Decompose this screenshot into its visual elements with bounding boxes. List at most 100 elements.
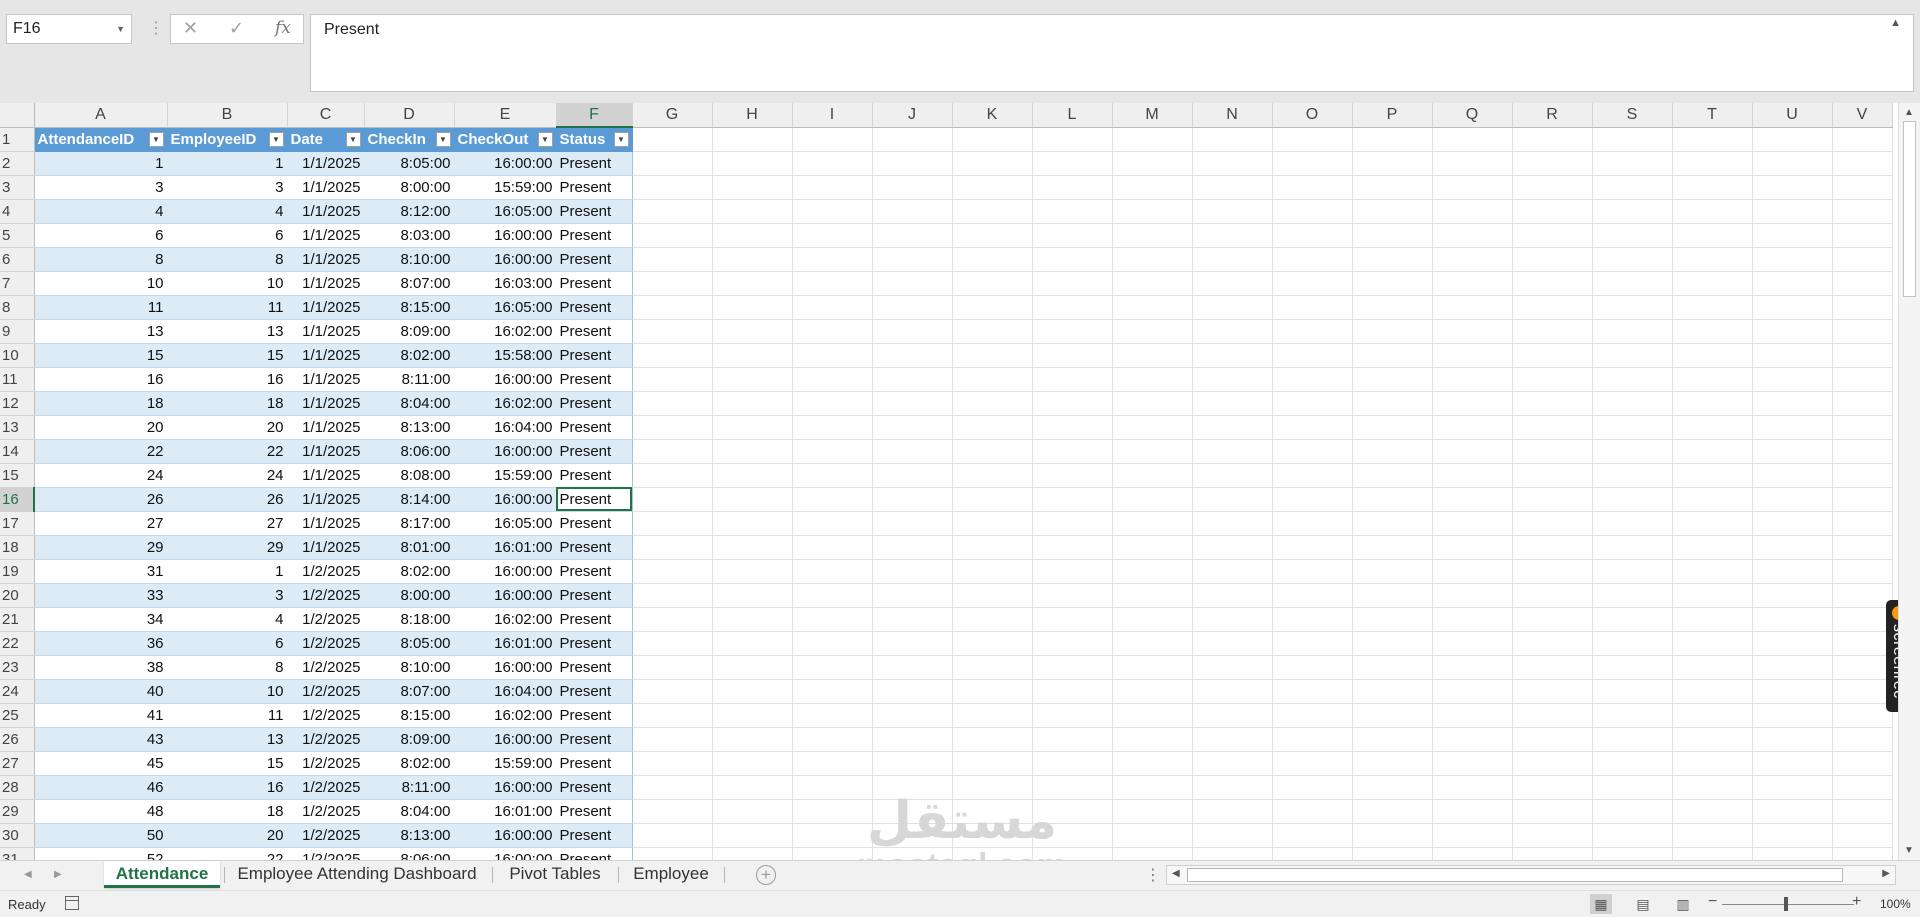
empty-cell[interactable] [1432, 655, 1513, 680]
empty-cell[interactable] [1352, 607, 1433, 632]
table-cell[interactable]: 4 [34, 199, 168, 224]
empty-cell[interactable] [872, 799, 953, 824]
table-cell[interactable]: Present [556, 607, 633, 632]
sheet-tab[interactable]: Employee Attending Dashboard [226, 861, 488, 888]
table-cell[interactable]: Present [556, 247, 633, 272]
table-cell[interactable]: 16:00:00 [454, 775, 557, 800]
empty-cell[interactable] [1192, 295, 1273, 320]
table-cell[interactable]: 16:02:00 [454, 703, 557, 728]
empty-cell[interactable] [1032, 223, 1113, 248]
empty-cell[interactable] [632, 223, 713, 248]
empty-cell[interactable] [1112, 391, 1193, 416]
empty-cell[interactable] [872, 463, 953, 488]
empty-cell[interactable] [872, 559, 953, 584]
empty-cell[interactable] [872, 535, 953, 560]
empty-cell[interactable] [1032, 703, 1113, 728]
table-cell[interactable]: Present [556, 847, 633, 860]
empty-cell[interactable] [1512, 247, 1593, 272]
empty-cell[interactable] [872, 391, 953, 416]
empty-cell[interactable] [1272, 319, 1353, 344]
empty-cell[interactable] [1112, 199, 1193, 224]
column-header[interactable]: B [167, 103, 288, 128]
empty-cell[interactable] [952, 319, 1033, 344]
empty-cell[interactable] [1272, 655, 1353, 680]
empty-cell[interactable] [1032, 295, 1113, 320]
table-cell[interactable]: Present [556, 199, 633, 224]
row-header[interactable]: 5 [0, 223, 35, 248]
empty-cell[interactable] [1832, 775, 1893, 800]
empty-cell[interactable] [792, 535, 873, 560]
table-header-cell[interactable]: AttendanceID ▼ [34, 127, 168, 152]
empty-cell[interactable] [1352, 415, 1433, 440]
empty-cell[interactable] [1432, 559, 1513, 584]
table-header-cell[interactable]: Status ▼ [556, 127, 633, 152]
row-header[interactable]: 20 [0, 583, 35, 608]
empty-cell[interactable] [1192, 703, 1273, 728]
empty-cell[interactable] [632, 151, 713, 176]
empty-cell[interactable] [1352, 535, 1433, 560]
empty-cell[interactable] [1832, 319, 1893, 344]
empty-cell[interactable] [792, 775, 873, 800]
empty-cell[interactable] [1112, 175, 1193, 200]
table-cell[interactable]: 1/2/2025 [287, 559, 365, 584]
empty-cell[interactable] [792, 463, 873, 488]
empty-cell[interactable] [1432, 343, 1513, 368]
row-header[interactable]: 25 [0, 703, 35, 728]
vertical-scroll-thumb[interactable] [1903, 121, 1916, 297]
table-cell[interactable]: 4 [167, 199, 288, 224]
table-cell[interactable]: Present [556, 751, 633, 776]
empty-cell[interactable] [1592, 151, 1673, 176]
table-cell[interactable]: Present [556, 175, 633, 200]
scroll-up-icon[interactable]: ▲ [1904, 107, 1914, 118]
empty-cell[interactable] [952, 703, 1033, 728]
empty-cell[interactable] [1432, 679, 1513, 704]
table-cell[interactable]: 8:17:00 [364, 511, 455, 536]
empty-cell[interactable] [1432, 847, 1513, 860]
table-cell[interactable]: 3 [167, 175, 288, 200]
empty-cell[interactable] [632, 271, 713, 296]
empty-cell[interactable] [1512, 655, 1593, 680]
row-header[interactable]: 18 [0, 535, 35, 560]
empty-cell[interactable] [872, 343, 953, 368]
table-cell[interactable]: 16:04:00 [454, 415, 557, 440]
empty-cell[interactable] [632, 823, 713, 848]
row-header[interactable]: 2 [0, 151, 35, 176]
empty-cell[interactable] [1832, 727, 1893, 752]
table-cell[interactable]: Present [556, 391, 633, 416]
empty-cell[interactable] [1032, 775, 1113, 800]
empty-cell[interactable] [792, 703, 873, 728]
cancel-icon[interactable]: ✕ [183, 18, 198, 39]
table-cell[interactable]: 20 [167, 415, 288, 440]
empty-cell[interactable] [1272, 175, 1353, 200]
empty-cell[interactable] [792, 319, 873, 344]
empty-cell[interactable] [1352, 151, 1433, 176]
empty-cell[interactable] [1352, 319, 1433, 344]
table-cell[interactable]: 50 [34, 823, 168, 848]
empty-cell[interactable] [1272, 799, 1353, 824]
empty-cell[interactable] [1032, 199, 1113, 224]
table-cell[interactable]: 8:13:00 [364, 823, 455, 848]
column-header[interactable]: Q [1432, 103, 1513, 128]
empty-cell[interactable] [1032, 247, 1113, 272]
empty-cell[interactable] [1752, 343, 1833, 368]
empty-cell[interactable] [1592, 295, 1673, 320]
empty-cell[interactable] [1112, 823, 1193, 848]
table-cell[interactable]: 24 [167, 463, 288, 488]
table-cell[interactable]: Present [556, 271, 633, 296]
empty-cell[interactable] [1832, 367, 1893, 392]
empty-cell[interactable] [1352, 487, 1433, 512]
empty-cell[interactable] [1672, 655, 1753, 680]
empty-cell[interactable] [1432, 727, 1513, 752]
table-cell[interactable]: Present [556, 583, 633, 608]
empty-cell[interactable] [1192, 679, 1273, 704]
empty-cell[interactable] [1512, 319, 1593, 344]
empty-cell[interactable] [1272, 487, 1353, 512]
empty-cell[interactable] [872, 703, 953, 728]
empty-cell[interactable] [1352, 727, 1433, 752]
table-cell[interactable]: 26 [34, 487, 168, 512]
empty-cell[interactable] [1432, 391, 1513, 416]
table-cell[interactable]: 1/1/2025 [287, 175, 365, 200]
table-cell[interactable]: 8:09:00 [364, 727, 455, 752]
empty-cell[interactable] [1112, 655, 1193, 680]
empty-cell[interactable] [952, 751, 1033, 776]
